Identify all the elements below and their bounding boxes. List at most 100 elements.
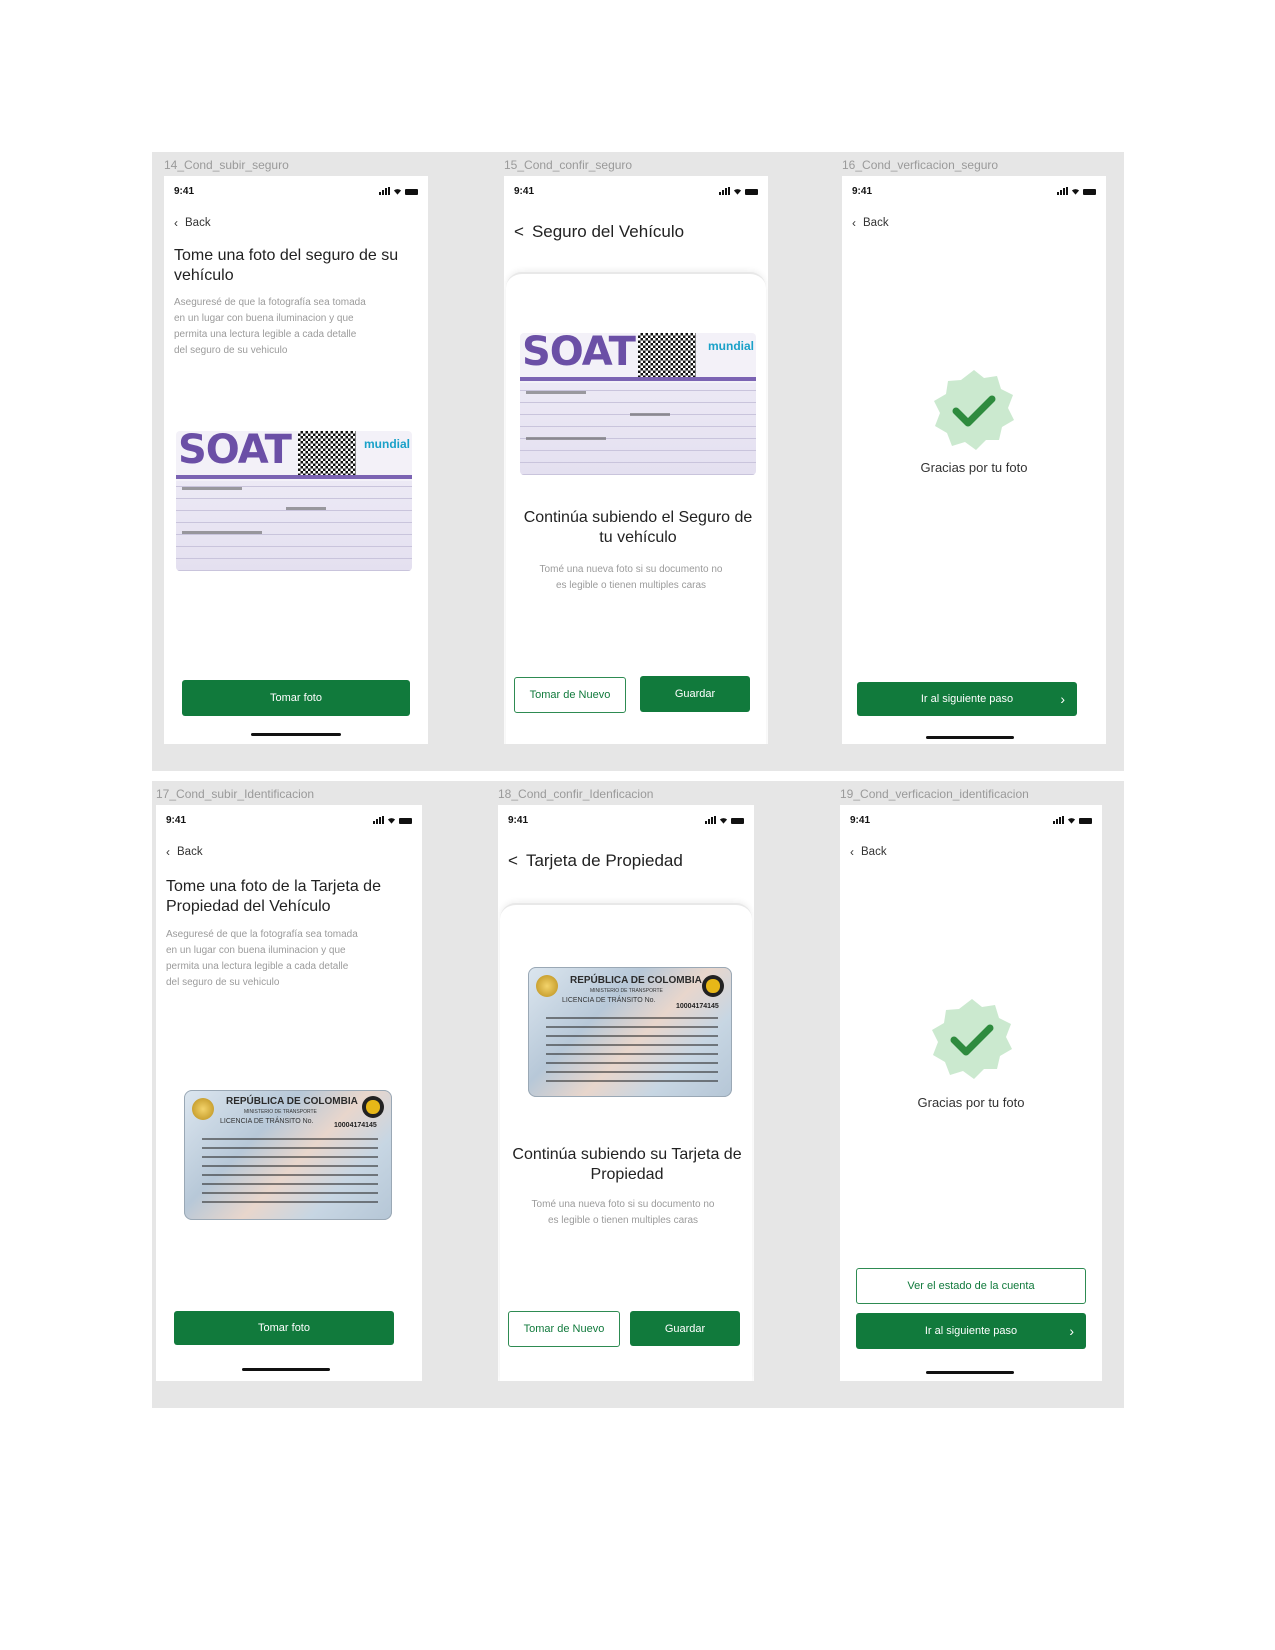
status-bar: 9:41 (852, 186, 1096, 200)
signal-icon (719, 187, 730, 195)
back-button[interactable]: ‹ Back (166, 845, 203, 859)
chevron-left-icon: < (508, 851, 518, 870)
doc-text-line (630, 413, 670, 416)
confirm-heading: Continúa subiendo su Tarjeta de Propieda… (512, 1146, 742, 1183)
transit-emblem (362, 1096, 384, 1118)
battery-icon (405, 189, 418, 195)
board-row-1: 14_Cond_subir_seguro 15_Cond_confir_segu… (152, 152, 1124, 771)
screen-subir-seguro: 9:41 ‹ Back Tome una foto del seguro de … (164, 176, 428, 744)
header-back[interactable]: < Seguro del Vehículo (514, 222, 684, 242)
doc-text-line (526, 437, 606, 440)
retake-button[interactable]: Tomar de Nuevo (508, 1311, 620, 1347)
license-document-image: REPÚBLICA DE COLOMBIA MINISTERIO DE TRAN… (184, 1090, 392, 1220)
status-time: 9:41 (850, 815, 871, 826)
signal-icon (1057, 187, 1068, 195)
page-description: Aseguresé de que la fotografía sea tomad… (174, 297, 366, 356)
chevron-left-icon: < (514, 222, 524, 241)
confirm-hint: Tomé una nueva foto si su documento no e… (539, 564, 723, 591)
soat-logo: SOAT (522, 333, 636, 375)
home-indicator (926, 736, 1014, 739)
header-title: Seguro del Vehículo (531, 222, 685, 241)
license-country: REPÚBLICA DE COLOMBIA (570, 975, 702, 986)
thanks-message: Gracias por tu foto (917, 1095, 1025, 1110)
battery-icon (1083, 189, 1096, 195)
account-status-button[interactable]: Ver el estado de la cuenta (856, 1268, 1086, 1304)
header-title: Tarjeta de Propiedad (525, 851, 683, 870)
insurer-brand-text: mundial (708, 339, 755, 353)
doc-text-line (286, 507, 326, 510)
frame-label: 15_Cond_confir_seguro (504, 158, 633, 172)
wifi-icon (1067, 818, 1076, 824)
chevron-left-icon: ‹ (166, 845, 170, 859)
chevron-left-icon: ‹ (850, 845, 854, 859)
wifi-icon (719, 818, 728, 824)
back-label: Back (863, 217, 889, 229)
status-icons (719, 187, 758, 195)
wifi-icon (1071, 189, 1080, 195)
wifi-icon (733, 189, 742, 195)
status-time: 9:41 (508, 815, 529, 826)
license-fields (546, 1013, 718, 1089)
doc-text-line (526, 391, 586, 394)
back-label: Back (177, 846, 203, 858)
coat-of-arms (536, 975, 558, 997)
next-step-button[interactable]: Ir al siguiente paso › (857, 682, 1077, 716)
chevron-right-icon: › (1069, 1323, 1074, 1339)
status-icons (379, 187, 418, 195)
battery-icon (399, 818, 412, 824)
retake-button[interactable]: Tomar de Nuevo (514, 677, 626, 713)
signal-icon (705, 816, 716, 824)
back-button[interactable]: ‹ Back (850, 845, 887, 859)
frame-label: 17_Cond_subir_Identificacion (156, 787, 315, 801)
back-button[interactable]: ‹ Back (852, 216, 889, 230)
status-bar: 9:41 (166, 815, 412, 829)
status-bar: 9:41 (508, 815, 744, 829)
status-icons (373, 816, 412, 824)
status-time: 9:41 (174, 186, 195, 197)
soat-logo: SOAT (178, 431, 292, 473)
signal-icon (1053, 816, 1064, 824)
save-button[interactable]: Guardar (630, 1311, 740, 1346)
status-bar: 9:41 (514, 186, 758, 200)
chevron-left-icon: ‹ (174, 216, 178, 230)
wifi-icon (393, 189, 402, 195)
home-indicator (251, 733, 341, 736)
save-button[interactable]: Guardar (640, 676, 750, 712)
chevron-left-icon: ‹ (852, 216, 856, 230)
screen-subir-identificacion: 9:41 ‹ Back Tome una foto de la Tarjeta … (156, 805, 422, 1381)
page-title: Tome una foto de la Tarjeta de Propiedad… (166, 878, 381, 915)
back-button[interactable]: ‹ Back (174, 216, 211, 230)
next-step-button[interactable]: Ir al siguiente paso › (856, 1313, 1086, 1349)
license-number: 10004174145 (676, 1003, 719, 1010)
license-document-image: REPÚBLICA DE COLOMBIA MINISTERIO DE TRAN… (528, 967, 732, 1097)
license-fields (202, 1134, 378, 1210)
soat-document-image: SOAT mundial (176, 431, 412, 571)
frame-label: 19_Cond_verficacion_identificacion (840, 787, 1029, 801)
status-icons (705, 816, 744, 824)
license-ministry: MINISTERIO DE TRANSPORTE (244, 1109, 317, 1115)
status-icons (1053, 816, 1092, 824)
confirm-hint: Tomé una nueva foto si su documento no e… (531, 1199, 715, 1226)
take-photo-button[interactable]: Tomar foto (182, 680, 410, 716)
home-indicator (926, 1371, 1014, 1374)
header-back[interactable]: < Tarjeta de Propiedad (508, 851, 683, 871)
status-time: 9:41 (166, 815, 187, 826)
license-number: 10004174145 (334, 1122, 377, 1129)
success-check-icon (932, 999, 1012, 1079)
doc-stripe (176, 475, 412, 479)
insurer-brand: mundial (364, 437, 410, 451)
thanks-message: Gracias por tu foto (920, 460, 1028, 475)
frame-label: 14_Cond_subir_seguro (164, 158, 289, 172)
board-row-2: 17_Cond_subir_Identificacion 18_Cond_con… (152, 781, 1124, 1408)
insurer-brand: mundial (708, 339, 754, 353)
doc-table (520, 383, 756, 475)
qr-code (638, 333, 696, 379)
next-step-label: Ir al siguiente paso (920, 693, 1014, 705)
take-photo-button[interactable]: Tomar foto (174, 1311, 394, 1345)
license-type: LICENCIA DE TRÁNSITO No. (220, 1118, 314, 1125)
status-time: 9:41 (514, 186, 535, 197)
screen-confir-seguro: 9:41 < Seguro del Vehículo SOAT mundial … (504, 176, 768, 744)
battery-icon (731, 818, 744, 824)
screen-verificacion-seguro: 9:41 ‹ Back Gracias por tu foto Ir al si… (842, 176, 1106, 744)
wifi-icon (387, 818, 396, 824)
